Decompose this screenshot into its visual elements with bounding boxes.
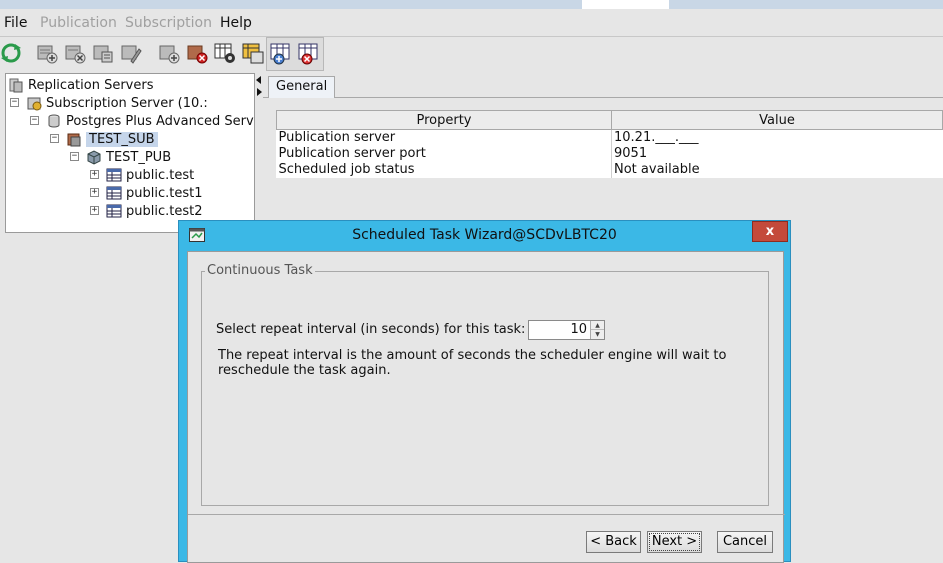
tree-subscription[interactable]: TEST_SUB <box>66 130 158 148</box>
tree-root[interactable]: Replication Servers <box>8 76 153 94</box>
close-icon: x <box>765 224 775 239</box>
spinner-up-icon[interactable]: ▲ <box>591 321 604 330</box>
menu-subscription[interactable]: Subscription <box>125 15 212 31</box>
server-icon <box>26 95 42 111</box>
dialog-title: Scheduled Task Wizard@SCDvLBTC20 <box>352 227 617 243</box>
tree-subscription-server[interactable]: Subscription Server (10.: <box>26 94 208 112</box>
table-icon <box>106 167 122 183</box>
expander-subscription[interactable]: − <box>50 134 59 143</box>
splitter-arrows-icon[interactable] <box>255 75 263 105</box>
tree-publication-label: TEST_PUB <box>106 149 172 165</box>
add-subscription-icon[interactable] <box>157 41 181 65</box>
dialog-body: Continuous Task Select repeat interval (… <box>187 251 785 563</box>
interval-value[interactable]: 10 <box>570 322 587 337</box>
table-icon <box>106 203 122 219</box>
expander-subscription-server[interactable]: − <box>10 98 19 107</box>
expander-table-2[interactable]: + <box>90 206 99 215</box>
column-header-property[interactable]: Property <box>276 110 612 130</box>
schedule-icon[interactable] <box>213 41 237 65</box>
value-cell: Not available <box>614 162 700 177</box>
table-row[interactable]: Scheduled job status Not available <box>276 162 943 178</box>
replication-tree[interactable]: Replication Servers − Subscription Serve… <box>5 73 255 233</box>
panel-splitter[interactable] <box>255 73 263 233</box>
menu-file[interactable]: File <box>4 15 27 31</box>
menu-publication[interactable]: Publication <box>40 15 117 31</box>
table-row[interactable]: Publication server port 9051 <box>276 146 943 162</box>
continuous-task-group <box>201 271 769 506</box>
spinner-down-icon[interactable]: ▼ <box>591 330 604 339</box>
property-cell: Publication server port <box>276 146 612 162</box>
expander-table-1[interactable]: + <box>90 188 99 197</box>
servers-icon <box>8 77 24 93</box>
menu-bar: File Publication Subscription Help <box>0 12 943 36</box>
server-config-icon[interactable] <box>119 41 143 65</box>
tree-table[interactable]: public.test2 <box>106 202 202 220</box>
tree-table-label: public.test1 <box>126 185 203 201</box>
remove-server-icon[interactable] <box>63 41 87 65</box>
interval-spinner[interactable]: 10 ▲ ▼ <box>528 320 605 340</box>
tab-general[interactable]: General <box>268 76 336 98</box>
table-row[interactable]: Publication server 10.21.___.___ <box>276 129 943 146</box>
interval-label: Select repeat interval (in seconds) for … <box>216 322 526 337</box>
server-props-icon[interactable] <box>91 41 115 65</box>
snapshot-icon[interactable] <box>241 41 265 65</box>
interval-description: The repeat interval is the amount of sec… <box>218 348 727 378</box>
tree-subscription-label: TEST_SUB <box>86 131 158 147</box>
group-title: Continuous Task <box>205 263 315 278</box>
publication-icon <box>86 149 102 165</box>
title-strip-box <box>582 0 669 9</box>
back-button[interactable]: < Back <box>586 531 641 553</box>
tree-database[interactable]: Postgres Plus Advanced Serve <box>46 112 255 130</box>
window-title-strip <box>0 0 943 9</box>
tab-general-label: General <box>276 79 328 94</box>
tree-root-label: Replication Servers <box>28 77 154 93</box>
property-table: Property Value Publication server 10.21.… <box>276 110 943 178</box>
expander-database[interactable]: − <box>30 116 39 125</box>
cancel-button[interactable]: Cancel <box>717 531 773 553</box>
property-cell: Scheduled job status <box>276 162 612 178</box>
tree-table-label: public.test2 <box>126 203 203 219</box>
tree-table[interactable]: public.test <box>106 166 194 184</box>
next-button[interactable]: Next > <box>647 531 702 553</box>
menu-help[interactable]: Help <box>220 15 252 31</box>
subscription-icon <box>66 131 82 147</box>
add-server-icon[interactable] <box>35 41 59 65</box>
toolbar <box>0 36 943 71</box>
tree-subscription-server-label: Subscription Server (10.: <box>46 95 208 111</box>
property-cell: Publication server <box>276 129 612 146</box>
scheduled-task-dialog: Scheduled Task Wizard@SCDvLBTC20 x Conti… <box>178 220 791 563</box>
database-icon <box>46 113 62 129</box>
tree-table[interactable]: public.test1 <box>106 184 202 202</box>
button-divider <box>188 514 785 515</box>
value-cell: 10.21.___.___ <box>614 130 699 145</box>
remove-subscription-icon[interactable] <box>185 41 209 65</box>
close-button[interactable]: x <box>752 221 788 242</box>
refresh-icon[interactable] <box>0 41 24 65</box>
tree-table-label: public.test <box>126 167 195 183</box>
expander-publication[interactable]: − <box>70 152 79 161</box>
add-table-icon[interactable] <box>269 41 293 65</box>
dialog-title-bar[interactable]: Scheduled Task Wizard@SCDvLBTC20 x <box>179 221 790 249</box>
remove-table-icon[interactable] <box>297 41 321 65</box>
column-header-value[interactable]: Value <box>611 110 943 130</box>
tree-database-label: Postgres Plus Advanced Serve <box>66 113 255 129</box>
tree-publication[interactable]: TEST_PUB <box>86 148 171 166</box>
value-cell: 9051 <box>614 146 648 161</box>
expander-table-0[interactable]: + <box>90 170 99 179</box>
table-icon <box>106 185 122 201</box>
